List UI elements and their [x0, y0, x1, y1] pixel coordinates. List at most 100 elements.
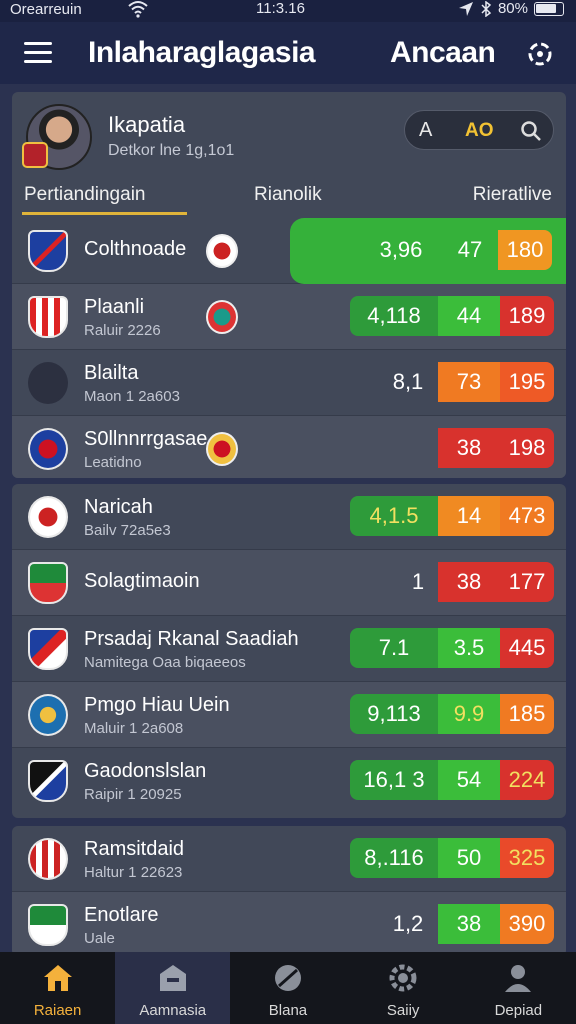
profile-stat-pill[interactable]: A AO	[404, 110, 554, 150]
match-row[interactable]: Solagtimaoin 1 38 177	[12, 550, 566, 616]
score-box: 7.1 3.5 445	[350, 628, 554, 668]
opponent-crest-icon	[206, 234, 238, 268]
team-name: Blailta	[84, 362, 139, 384]
building-icon	[159, 965, 186, 991]
settings-icon[interactable]	[524, 38, 556, 70]
score-box: 9,113 9.9 185	[350, 694, 554, 734]
team-crest-icon	[28, 428, 68, 470]
score-points: 38	[438, 904, 500, 944]
nav-label: Saiiy	[386, 1002, 420, 1019]
match-row[interactable]: Prsadaj Rkanal Saadiah Namitega Oaa biqa…	[12, 616, 566, 682]
match-row[interactable]: Blailta Maon 1 2a603 8,1 73 195	[12, 350, 566, 416]
wifi-icon	[128, 1, 148, 18]
team-crest-icon	[28, 496, 68, 538]
ball-icon	[274, 965, 301, 991]
score-points: 73	[438, 362, 500, 402]
match-row[interactable]: Ramsitdaid Haltur 1 22623 8,.116 50 325	[12, 826, 566, 892]
score-rating: 177	[500, 562, 554, 602]
clock: 11:3.16	[256, 0, 305, 17]
match-row[interactable]: Naricah Bailv 72a5e3 4,1.5 14 473	[12, 484, 566, 550]
matches-card-primary: Ikapatia Detkor lne 1g,1o1 A AO Pertiand…	[12, 92, 566, 478]
location-icon	[458, 1, 473, 16]
tab-matches[interactable]: Pertiandingain	[24, 184, 145, 206]
battery-icon	[534, 1, 564, 16]
score-rating: 390	[500, 904, 554, 944]
score-rating: 445	[500, 628, 554, 668]
team-crest-icon	[28, 296, 68, 338]
carrier-label: Orearreuin	[10, 1, 82, 18]
score-rating: 185	[500, 694, 554, 734]
team-name: Enotlare	[84, 904, 159, 926]
nav-item-matches[interactable]: Aamnasia	[115, 952, 231, 1024]
team-subtitle: Raipir 1 20925	[84, 786, 182, 803]
team-name: Pmgo Hiau Uein	[84, 694, 230, 716]
matches-card-secondary: Naricah Bailv 72a5e3 4,1.5 14 473 Solagt…	[12, 484, 566, 818]
opponent-crest-icon	[206, 432, 238, 466]
match-row[interactable]: Plaanli Raluir 2226 4,118 44 189	[12, 284, 566, 350]
nav-item-ball[interactable]: Blana	[230, 952, 345, 1024]
score-rating: 189	[500, 296, 554, 336]
app-title: Inlaharaglagasia	[88, 36, 316, 69]
match-row[interactable]: Pmgo Hiau Uein Maluir 1 2a608 9,113 9.9 …	[12, 682, 566, 748]
score-rating: 224	[500, 760, 554, 800]
tab-ranking[interactable]: Rianolik	[254, 184, 322, 206]
team-name: Naricah	[84, 496, 153, 518]
team-crest-icon	[28, 694, 68, 736]
score-points: 44	[438, 296, 500, 336]
matches-card-tertiary: Ramsitdaid Haltur 1 22623 8,.116 50 325 …	[12, 826, 566, 956]
pill-left-label: A	[419, 119, 433, 141]
score-box: 8,1 73 195	[378, 362, 554, 402]
app-header: Inlaharaglagasia Ancaan	[0, 22, 576, 84]
team-crest-icon	[28, 230, 68, 272]
score-odds: 8,1	[392, 369, 424, 394]
match-list: Ramsitdaid Haltur 1 22623 8,.116 50 325 …	[12, 826, 566, 956]
lock-icon	[28, 362, 68, 404]
team-name: Prsadaj Rkanal Saadiah	[84, 628, 299, 650]
battery-percent: 80%	[497, 0, 528, 17]
score-rating: 195	[500, 362, 554, 402]
team-subtitle: Leatidno	[84, 454, 142, 471]
score-box: 38 198	[398, 428, 554, 468]
team-crest-icon	[28, 904, 68, 946]
gear-icon	[389, 964, 417, 992]
nav-item-profile[interactable]: Depiad	[461, 952, 576, 1024]
search-icon[interactable]	[519, 119, 543, 143]
menu-icon[interactable]	[24, 42, 52, 64]
profile-subtitle: Detkor lne 1g,1o1	[108, 142, 235, 159]
nav-label: Blana	[268, 1002, 308, 1019]
score-odds: 1	[411, 569, 425, 594]
home-icon	[43, 965, 72, 991]
score-rating: 325	[500, 838, 554, 878]
team-name: Solagtimaoin	[84, 570, 200, 592]
nav-item-settings[interactable]: Saiiy	[346, 952, 461, 1024]
score-box: 3,96 47 180	[360, 230, 552, 270]
team-name: S0llnnrrgasae	[84, 428, 208, 450]
score-points: 3.5	[438, 628, 500, 668]
score-odds	[398, 428, 438, 468]
score-rating: 473	[500, 496, 554, 536]
score-odds: 16,1 3	[350, 760, 438, 800]
nav-item-home[interactable]: Raiaen	[0, 952, 115, 1024]
nav-label: Raiaen	[33, 1002, 82, 1019]
score-box: 4,118 44 189	[350, 296, 554, 336]
team-name: Gaodonslslan	[84, 760, 207, 782]
opponent-crest-icon	[206, 300, 238, 334]
match-row[interactable]: S0llnnrrgasae Leatidno 38 198	[12, 416, 566, 478]
match-row[interactable]: Colthnoade 3,96 47 180	[12, 218, 566, 284]
score-points: 14	[438, 496, 500, 536]
match-row[interactable]: Gaodonslslan Raipir 1 20925 16,1 3 54 22…	[12, 748, 566, 814]
score-box: 1 38 177	[398, 562, 554, 602]
score-box: 1,2 38 390	[378, 904, 554, 944]
score-odds: 8,.116	[350, 838, 438, 878]
header-action-button[interactable]: Ancaan	[390, 36, 496, 70]
score-box: 16,1 3 54 224	[350, 760, 554, 800]
score-points: 38	[438, 428, 500, 468]
match-list: Colthnoade 3,96 47 180 Plaanli Raluir 22…	[12, 218, 566, 478]
team-subtitle: Bailv 72a5e3	[84, 522, 171, 539]
match-row[interactable]: Enotlare Uale 1,2 38 390	[12, 892, 566, 956]
tab-relative[interactable]: Rieratlive	[473, 184, 552, 206]
person-icon	[505, 965, 532, 992]
team-subtitle: Namitega Oaa biqaeeos	[84, 654, 246, 671]
nav-label: Aamnasia	[139, 1002, 207, 1019]
score-odds: 1,2	[392, 911, 424, 936]
